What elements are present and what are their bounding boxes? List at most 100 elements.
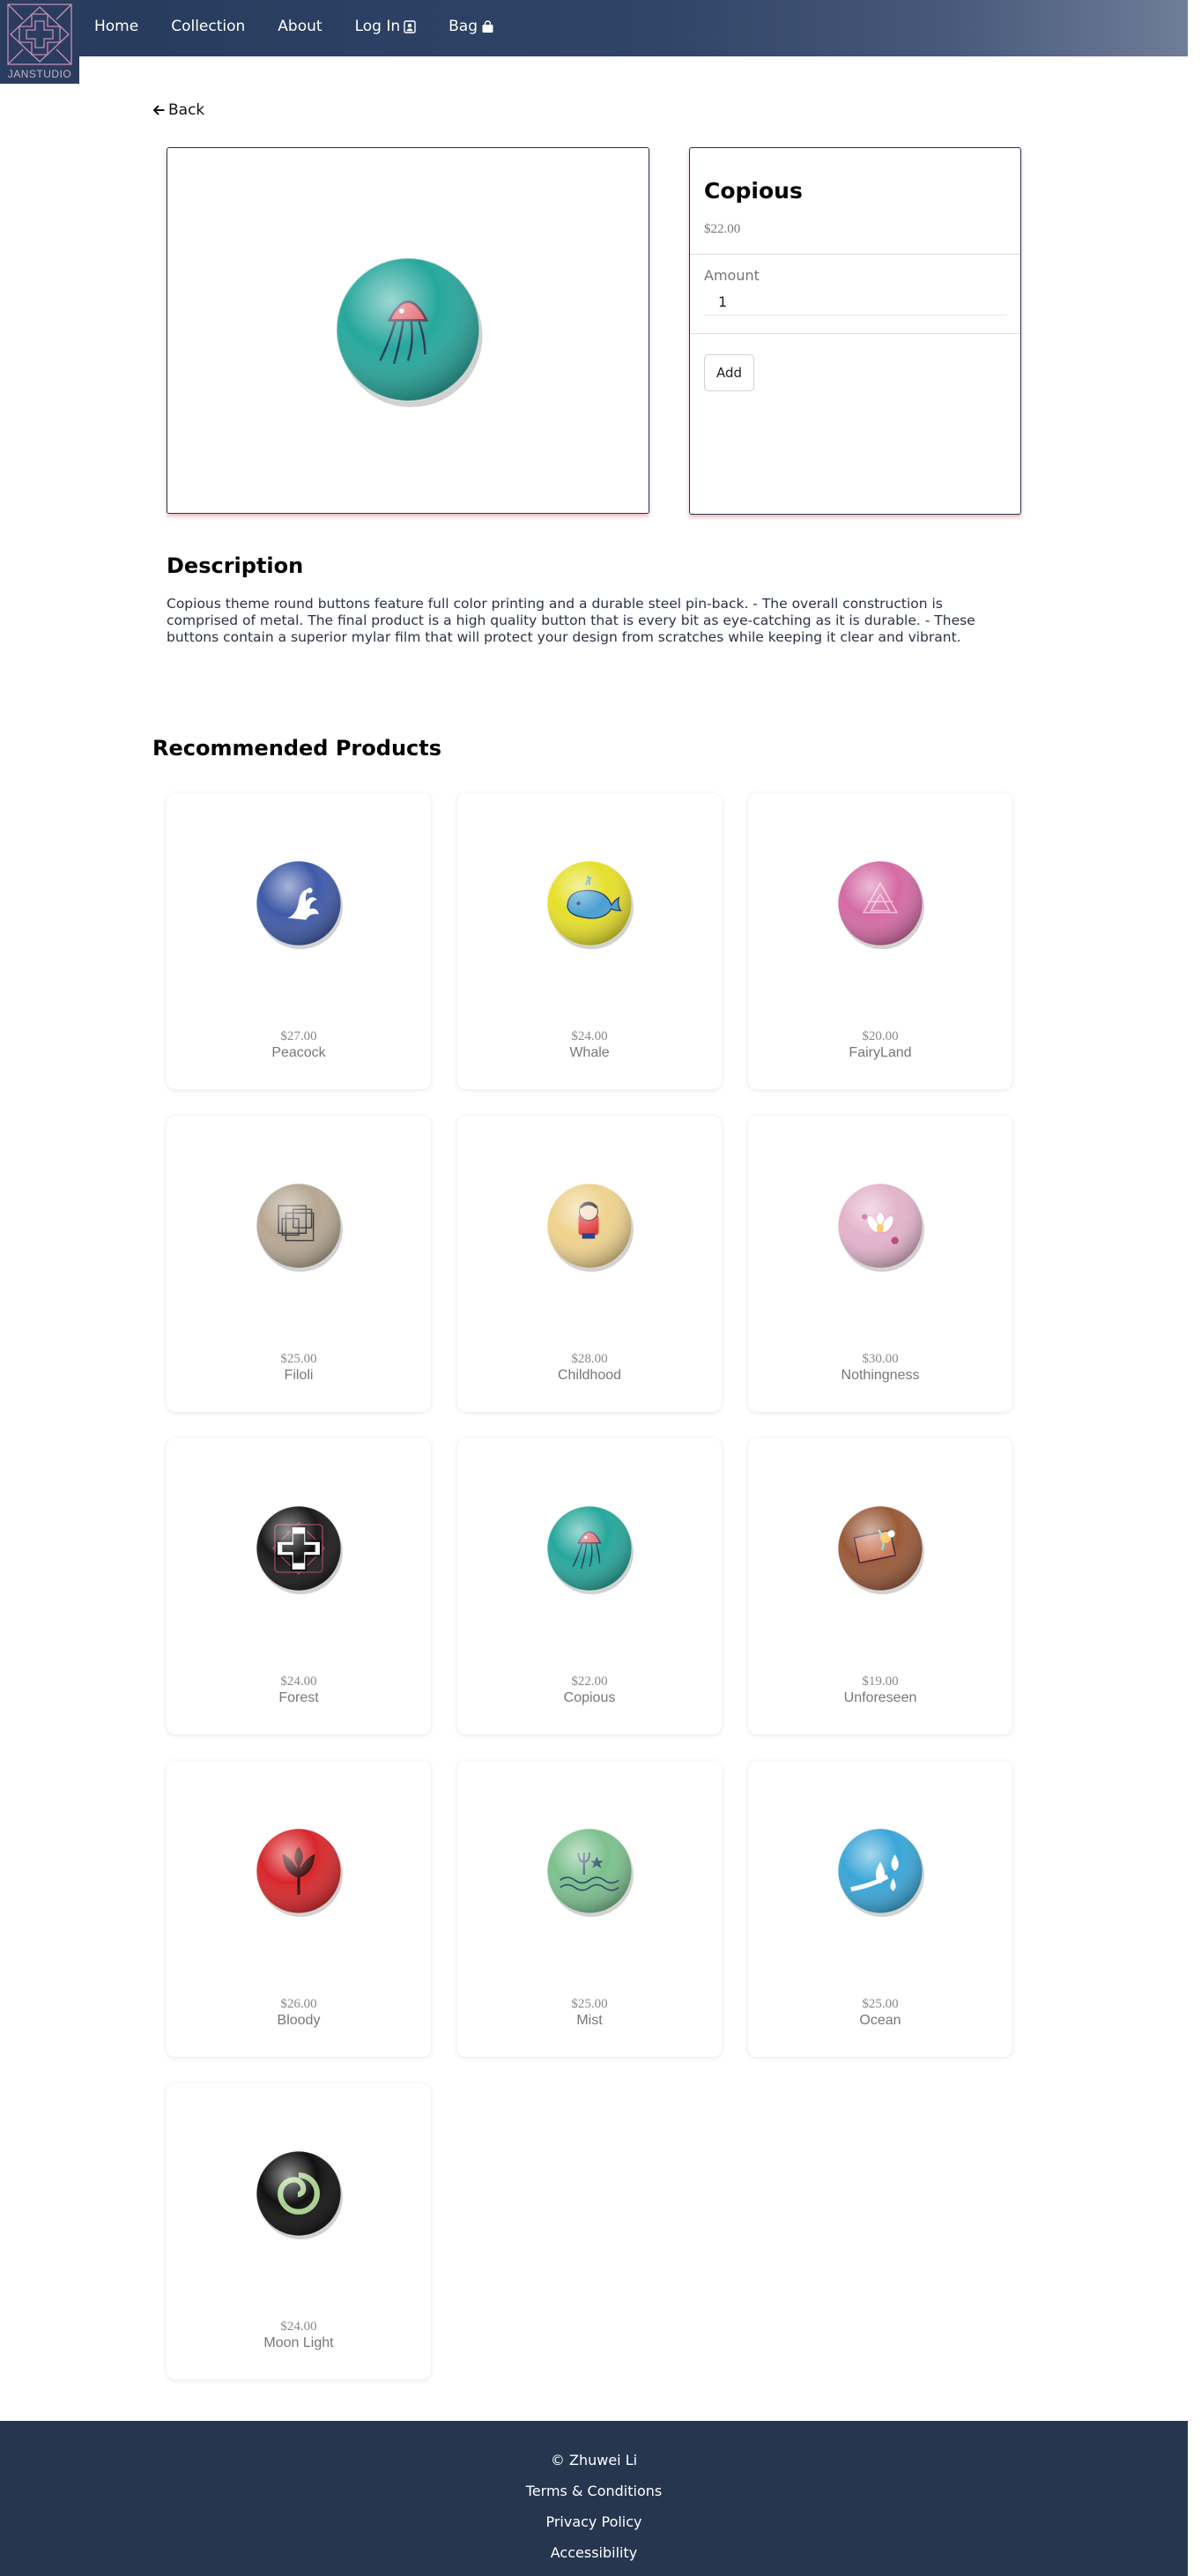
- product-card-name: Peacock: [271, 1045, 326, 1060]
- jellyfish-badge-icon: [546, 1505, 634, 1594]
- product-card-name: Forest: [278, 1690, 319, 1705]
- product-card-image: [253, 1180, 345, 1275]
- product-card-price: $24.00: [280, 1674, 317, 1689]
- footer-copyright: © Zhuwei Li: [550, 2452, 638, 2468]
- nav-bag[interactable]: Bag: [449, 18, 494, 35]
- product-card-image: [834, 1825, 926, 1920]
- product-card-name: Whale: [569, 1045, 610, 1060]
- nav-home[interactable]: Home: [94, 18, 138, 35]
- nav-about-label: About: [278, 18, 322, 35]
- nav-home-label: Home: [94, 18, 139, 35]
- product-card-price: $25.00: [571, 1997, 608, 2011]
- nav-collection[interactable]: Collection: [171, 18, 245, 35]
- bag-icon: [481, 19, 494, 33]
- peacock-badge-icon: [256, 860, 343, 949]
- product-card[interactable]: $24.00 Moon Light: [167, 2083, 431, 2379]
- divider: [690, 254, 1020, 255]
- product-card[interactable]: $27.00 Peacock: [167, 793, 431, 1089]
- product-card-name: Filoli: [284, 1368, 314, 1383]
- product-name: Copious: [704, 178, 803, 204]
- nav-bag-label: Bag: [449, 18, 478, 35]
- product-card-name: Unforeseen: [843, 1690, 917, 1705]
- trident-badge-icon: [546, 1828, 634, 1917]
- cartoon-badge-icon: [546, 1183, 634, 1272]
- product-card-name: Ocean: [859, 2013, 901, 2028]
- nav-links: Home Collection About Log In Bag: [94, 18, 527, 35]
- product-card-name: Mist: [576, 2013, 603, 2028]
- amount-input[interactable]: [704, 289, 1007, 316]
- product-card[interactable]: $19.00 Unforeseen: [748, 1438, 1012, 1734]
- nav-collection-label: Collection: [171, 18, 246, 35]
- product-card[interactable]: $26.00 Bloody: [167, 1761, 431, 2057]
- recommended-title: Recommended Products: [152, 736, 442, 761]
- product-card-image: [544, 1180, 635, 1275]
- nav-about[interactable]: About: [278, 18, 322, 35]
- footer-accessibility-link[interactable]: Accessibility: [0, 2544, 1188, 2561]
- back-label: Back: [168, 101, 205, 119]
- product-card[interactable]: $22.00 Copious: [457, 1438, 722, 1734]
- product-card[interactable]: $20.00 FairyLand: [748, 793, 1012, 1089]
- product-card-name: Moon Light: [263, 2335, 334, 2350]
- top-navbar: Home Collection About Log In Bag: [0, 0, 1188, 56]
- divider: [690, 333, 1020, 334]
- product-info-panel: Copious $22.00 Amount Add: [689, 147, 1021, 515]
- product-card-image: [253, 1825, 345, 1920]
- product-card-price: $24.00: [280, 2320, 317, 2334]
- product-card-price: $27.00: [280, 1029, 317, 1043]
- product-card-price: $22.00: [571, 1674, 608, 1689]
- pattern-badge-icon: [256, 1505, 343, 1594]
- description-title: Description: [167, 553, 304, 578]
- description-text: Copious theme round buttons feature full…: [167, 596, 975, 645]
- flower-badge-icon: [837, 1183, 924, 1272]
- unforeseen-badge-icon: [837, 1505, 924, 1594]
- product-card-image: [544, 1503, 635, 1598]
- footer: © Zhuwei Li Terms & Conditions Privacy P…: [0, 2421, 1188, 2576]
- whale-badge-icon: [546, 860, 634, 949]
- brand-logo[interactable]: JANSTUDIO: [0, 0, 79, 84]
- product-card[interactable]: $25.00 Filoli: [167, 1116, 431, 1412]
- product-image: [330, 252, 486, 411]
- plant-badge-icon: [256, 1828, 343, 1917]
- footer-privacy-link[interactable]: Privacy Policy: [0, 2513, 1188, 2530]
- triangles-badge-icon: [837, 860, 924, 949]
- product-card[interactable]: $28.00 Childhood: [457, 1116, 722, 1412]
- product-card[interactable]: $30.00 Nothingness: [748, 1116, 1012, 1412]
- product-card-price: $25.00: [280, 1352, 317, 1366]
- product-card[interactable]: $24.00 Forest: [167, 1438, 431, 1734]
- product-card-image: [834, 1503, 926, 1598]
- logo-mark-icon: [7, 4, 72, 65]
- footer-terms-link[interactable]: Terms & Conditions: [0, 2483, 1188, 2499]
- product-card[interactable]: $25.00 Mist: [457, 1761, 722, 2057]
- squares-badge-icon: [256, 1183, 343, 1272]
- product-card-image: [834, 857, 926, 953]
- product-card-image: [253, 1503, 345, 1598]
- product-card[interactable]: $24.00 Whale: [457, 793, 722, 1089]
- product-card-name: FairyLand: [849, 1045, 912, 1060]
- brand-logo-text: JANSTUDIO: [7, 68, 72, 80]
- jellyfish-badge-icon: [336, 257, 483, 407]
- swirl-badge-icon: [256, 2150, 343, 2239]
- add-to-bag-button[interactable]: Add: [704, 354, 754, 391]
- product-card-name: Nothingness: [841, 1368, 920, 1383]
- drops-badge-icon: [837, 1828, 924, 1917]
- amount-label: Amount: [704, 267, 760, 284]
- product-card-name: Bloody: [277, 2013, 321, 2028]
- product-card-image: [253, 857, 345, 953]
- product-card-name: Childhood: [557, 1368, 622, 1383]
- nav-login-label: Log In: [354, 18, 401, 35]
- product-card-price: $30.00: [862, 1352, 899, 1366]
- product-price: $22.00: [704, 222, 741, 236]
- product-card-price: $28.00: [571, 1352, 608, 1366]
- product-card-price: $19.00: [862, 1674, 899, 1689]
- user-icon: [404, 19, 416, 33]
- back-link[interactable]: Back: [152, 101, 204, 119]
- product-card-image: [544, 1825, 635, 1920]
- product-image-panel: [167, 147, 649, 514]
- product-card-price: $24.00: [571, 1029, 608, 1043]
- product-card[interactable]: $25.00 Ocean: [748, 1761, 1012, 2057]
- product-card-price: $26.00: [280, 1997, 317, 2011]
- product-card-image: [544, 857, 635, 953]
- nav-login[interactable]: Log In: [355, 18, 417, 35]
- product-card-image: [834, 1180, 926, 1275]
- product-card-price: $20.00: [862, 1029, 899, 1043]
